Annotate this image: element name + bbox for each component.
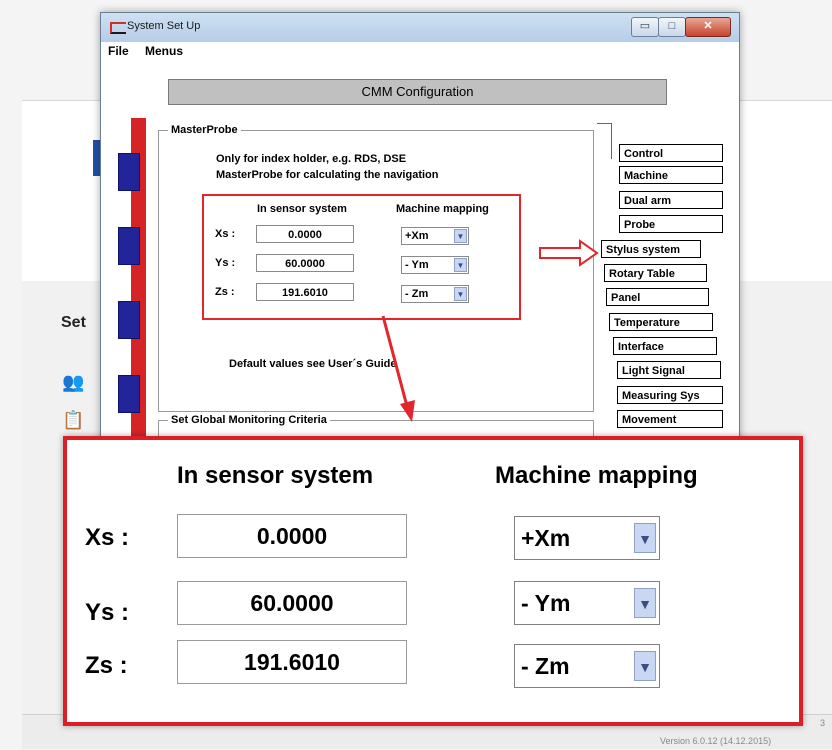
zoom-ys-mapping-value: - Ym xyxy=(521,590,571,616)
zoom-ys-label: Ys : xyxy=(85,599,130,626)
zoom-xs-label: Xs : xyxy=(85,524,130,551)
chevron-down-icon[interactable]: ▼ xyxy=(634,588,656,618)
zoom-machine-mapping-header: Machine mapping xyxy=(495,462,698,489)
zoom-zs-mapping-select[interactable]: - Zm ▼ xyxy=(514,644,660,688)
zoom-xs-mapping-select[interactable]: +Xm ▼ xyxy=(514,516,660,560)
zoom-ys-mapping-select[interactable]: - Ym ▼ xyxy=(514,581,660,625)
zoom-callout: In sensor system Machine mapping Xs : 0.… xyxy=(63,436,803,726)
zoom-xs-mapping-value: +Xm xyxy=(521,525,571,551)
zoom-connector-arrowhead xyxy=(400,400,415,422)
zoom-sensor-system-header: In sensor system xyxy=(177,462,374,489)
chevron-down-icon[interactable]: ▼ xyxy=(634,651,656,681)
zoom-zs-mapping-value: - Zm xyxy=(521,653,570,679)
stylus-pointer-arrow xyxy=(539,239,599,267)
chevron-down-icon[interactable]: ▼ xyxy=(634,523,656,553)
zoom-xs-input[interactable]: 0.0000 xyxy=(177,514,407,558)
zoom-ys-input[interactable]: 60.0000 xyxy=(177,581,407,625)
zoom-zs-label: Zs : xyxy=(85,652,128,679)
zoom-connector-arrow xyxy=(381,315,410,411)
zoom-zs-input[interactable]: 191.6010 xyxy=(177,640,407,684)
